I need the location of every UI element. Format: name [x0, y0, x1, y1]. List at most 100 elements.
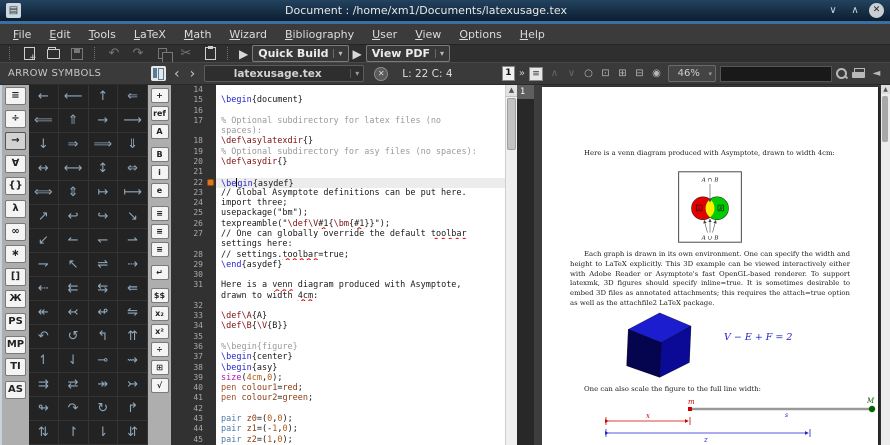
- fraction-button[interactable]: ÷: [151, 342, 169, 357]
- code-line[interactable]: pair z0=(0,0);: [216, 414, 505, 424]
- label-button[interactable]: +: [151, 88, 169, 103]
- arrow-symbol-16[interactable]: ⟺: [29, 181, 59, 205]
- copy-button[interactable]: [150, 45, 174, 62]
- code-line[interactable]: [216, 404, 505, 414]
- code-line[interactable]: \def\A{A}: [216, 311, 505, 321]
- arrow-symbol-36[interactable]: ↞: [29, 301, 59, 325]
- arrow-symbol-21[interactable]: ↩: [59, 205, 89, 229]
- arrow-symbol-48[interactable]: ⇉: [29, 373, 59, 397]
- arrow-symbol-19[interactable]: ⟼: [118, 181, 148, 205]
- chevron-down-icon[interactable]: ▾: [333, 49, 342, 58]
- code-line[interactable]: pen colour1=red;: [216, 383, 505, 393]
- arrow-symbol-11[interactable]: ⇓: [118, 133, 148, 157]
- scroll-up-icon[interactable]: ▲: [506, 85, 517, 97]
- tab-metapost[interactable]: MP: [5, 336, 26, 354]
- code-line[interactable]: % Optional subdirectory for asy files (n…: [216, 147, 505, 157]
- code-line[interactable]: \def\asylatexdir{}: [216, 136, 505, 146]
- editor-scrollbar[interactable]: ▲: [505, 85, 517, 445]
- menu-view[interactable]: View: [406, 26, 450, 43]
- arrow-symbol-6[interactable]: →: [89, 109, 119, 133]
- math-mode-button[interactable]: $$: [151, 288, 169, 303]
- arrow-symbol-8[interactable]: ↓: [29, 133, 59, 157]
- arrow-symbol-0[interactable]: ←: [29, 85, 59, 109]
- arrow-symbol-41[interactable]: ↺: [59, 325, 89, 349]
- zoom-out-icon[interactable]: ⊟: [632, 68, 647, 79]
- arrow-symbol-57[interactable]: ↾: [59, 421, 89, 445]
- code-line[interactable]: // Global Asymptote definitions can be p…: [216, 188, 505, 198]
- minimize-button[interactable]: ∨: [825, 3, 841, 18]
- menu-file[interactable]: File: [4, 26, 40, 43]
- align-center-button[interactable]: ≡: [151, 224, 169, 239]
- code-line[interactable]: [216, 301, 505, 311]
- code-line[interactable]: drawn to width 4cm:: [216, 291, 505, 301]
- tab-delimiters[interactable]: {}: [5, 177, 26, 195]
- arrow-symbol-45[interactable]: ⇃: [59, 349, 89, 373]
- superscript-button[interactable]: x²: [151, 324, 169, 339]
- redo-button[interactable]: ↷: [126, 45, 150, 62]
- code-line[interactable]: settings here:: [216, 239, 505, 249]
- tab-structure[interactable]: ≡: [5, 87, 26, 105]
- footnote-button[interactable]: A: [151, 124, 169, 139]
- chevron-down-icon[interactable]: ▾: [435, 49, 444, 58]
- editor-scrollbar-thumb[interactable]: [507, 98, 516, 150]
- code-line[interactable]: \def\B{\V{B}}: [216, 321, 505, 331]
- pdf-scrollbar-thumb[interactable]: [882, 96, 888, 142]
- arrow-symbol-17[interactable]: ⇕: [59, 181, 89, 205]
- new-document-button[interactable]: [17, 45, 41, 62]
- ref-button[interactable]: ref: [151, 106, 169, 121]
- arrow-symbol-1[interactable]: ⟵: [59, 85, 89, 109]
- fit-width-icon[interactable]: ⊡: [598, 68, 613, 79]
- pdf-page-list-item[interactable]: 1: [517, 85, 534, 99]
- close-button[interactable]: ✕: [869, 3, 884, 18]
- arrow-symbol-2[interactable]: ↑: [89, 85, 119, 109]
- arrow-symbol-26[interactable]: ↽: [89, 229, 119, 253]
- code-line[interactable]: usepackage("bm");: [216, 208, 505, 218]
- expand-icon[interactable]: »: [519, 68, 525, 79]
- code-line[interactable]: Here is a venn diagram produced with Asy…: [216, 280, 505, 290]
- save-button[interactable]: [65, 45, 89, 62]
- menu-math[interactable]: Math: [175, 26, 221, 43]
- paste-button[interactable]: [198, 45, 222, 62]
- arrow-symbol-49[interactable]: ⇄: [59, 373, 89, 397]
- arrow-symbol-18[interactable]: ↦: [89, 181, 119, 205]
- array-button[interactable]: ⊞: [151, 360, 169, 375]
- tab-misc-math-symbols[interactable]: ∀: [5, 155, 26, 173]
- code-line[interactable]: \begin{document}: [216, 95, 505, 105]
- undo-button[interactable]: ↶: [102, 45, 126, 62]
- align-left-button[interactable]: ≡: [151, 206, 169, 221]
- tab-brackets[interactable]: []: [5, 268, 26, 286]
- arrow-symbol-47[interactable]: ⇝: [118, 349, 148, 373]
- view-pdf-run-icon[interactable]: ▶: [353, 47, 362, 61]
- code-line[interactable]: spaces):: [216, 126, 505, 136]
- code-line[interactable]: import three;: [216, 198, 505, 208]
- first-page-button[interactable]: 1: [502, 66, 515, 81]
- newline-button[interactable]: ↵: [151, 265, 169, 280]
- code-line[interactable]: [216, 85, 505, 95]
- arrow-symbol-55[interactable]: ↱: [118, 397, 148, 421]
- arrow-symbol-40[interactable]: ↶: [29, 325, 59, 349]
- arrow-symbol-22[interactable]: ↪: [89, 205, 119, 229]
- pdf-scrollbar[interactable]: ▲: [881, 85, 890, 445]
- tab-relation-symbols[interactable]: ÷: [5, 110, 26, 128]
- presentation-icon[interactable]: ◉: [649, 68, 664, 79]
- arrow-symbol-38[interactable]: ↫: [89, 301, 119, 325]
- code-line[interactable]: // settings.toolbar=true;: [216, 250, 505, 260]
- menu-latex[interactable]: LaTeX: [125, 26, 175, 43]
- menu-options[interactable]: Options: [450, 26, 510, 43]
- arrow-symbol-15[interactable]: ⇔: [118, 157, 148, 181]
- arrow-symbol-4[interactable]: ⟸: [29, 109, 59, 133]
- arrow-symbol-9[interactable]: ⇒: [59, 133, 89, 157]
- arrow-symbol-31[interactable]: ⇢: [118, 253, 148, 277]
- pdf-search-input[interactable]: [720, 66, 832, 82]
- view-pdf-combo[interactable]: View PDF ▾: [366, 45, 450, 62]
- arrow-symbol-24[interactable]: ↙: [29, 229, 59, 253]
- arrow-symbol-14[interactable]: ↕: [89, 157, 119, 181]
- arrow-symbol-56[interactable]: ⇅: [29, 421, 59, 445]
- tab-international-characters[interactable]: Ж: [5, 290, 26, 308]
- open-file-button[interactable]: [41, 45, 65, 62]
- arrow-symbol-34[interactable]: ⇆: [89, 277, 119, 301]
- code-line[interactable]: size(4cm,0);: [216, 373, 505, 383]
- tab-misc-symbols[interactable]: ∞: [5, 223, 26, 241]
- arrow-symbol-3[interactable]: ⇐: [118, 85, 148, 109]
- arrow-symbol-44[interactable]: ↿: [29, 349, 59, 373]
